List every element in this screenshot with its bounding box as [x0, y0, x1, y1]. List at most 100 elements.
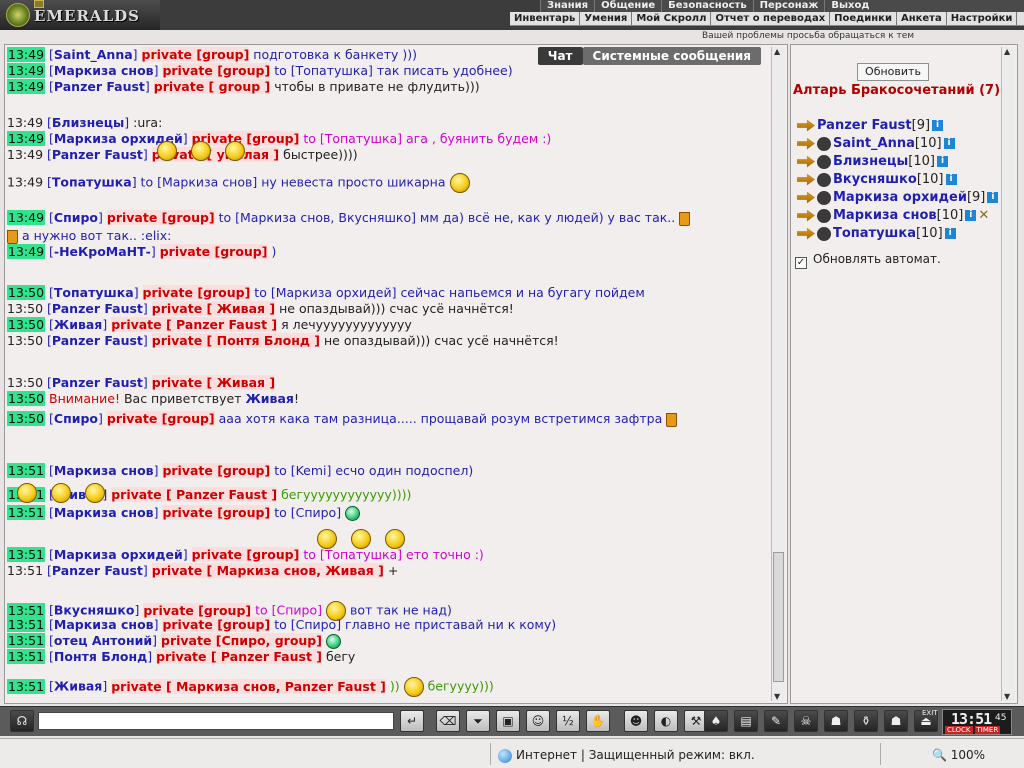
menu-profile[interactable]: Анкета: [897, 12, 947, 25]
info-icon[interactable]: i: [987, 192, 999, 203]
sender-nick[interactable]: отец Антоний: [54, 633, 152, 648]
user-name[interactable]: Saint_Anna: [833, 136, 915, 151]
menu-battles[interactable]: Поединки: [830, 12, 897, 25]
private-arrow-icon[interactable]: [797, 173, 815, 186]
chest-icon[interactable]: ▤: [734, 710, 758, 732]
message-time[interactable]: 13:49: [7, 63, 46, 78]
private-tag[interactable]: private [ group ]: [153, 79, 271, 94]
menu-character[interactable]: Персонаж: [752, 0, 825, 12]
private-arrow-icon[interactable]: [797, 191, 815, 204]
scroll-down-icon[interactable]: ▼: [1004, 692, 1010, 701]
sender-nick[interactable]: Panzer Faust: [52, 375, 143, 390]
sender-nick[interactable]: Маркиза орхидей: [54, 547, 183, 562]
private-tag[interactable]: private [group]: [162, 63, 271, 78]
private-tag[interactable]: private [ Panzer Faust ]: [156, 649, 322, 664]
sender-nick[interactable]: Маркиза снов: [54, 617, 154, 632]
panel-scrollbar[interactable]: ▲ ▼: [1001, 47, 1015, 701]
sender-nick[interactable]: Спиро: [54, 411, 98, 426]
private-tag[interactable]: private [group]: [141, 47, 250, 62]
message-time[interactable]: 13:49: [7, 131, 46, 146]
message-time[interactable]: 13:51: [7, 505, 46, 520]
private-tag[interactable]: private [group]: [143, 602, 252, 618]
private-tag[interactable]: private [ Panzer Faust ]: [111, 317, 278, 332]
sender-nick[interactable]: Маркиза снов: [54, 505, 154, 520]
private-tag[interactable]: private [group]: [162, 617, 271, 632]
user-name[interactable]: Вкусняшко: [833, 172, 917, 187]
send-button[interactable]: ↵: [400, 710, 424, 732]
info-icon[interactable]: i: [945, 174, 957, 185]
bag-icon[interactable]: ⚱: [854, 710, 878, 732]
private-arrow-icon[interactable]: [797, 119, 815, 132]
private-tag[interactable]: private [group]: [106, 411, 215, 426]
message-time[interactable]: 13:49: [7, 79, 46, 94]
private-tag[interactable]: private [ Понтя Блонд ]: [151, 333, 320, 348]
timer-label[interactable]: TIMER: [974, 726, 1001, 734]
private-tag[interactable]: private [group]: [142, 285, 251, 300]
menu-security[interactable]: Безопасность: [661, 0, 753, 12]
menu-inventory[interactable]: Инвентарь: [510, 12, 581, 25]
message-time[interactable]: 13:51: [7, 633, 46, 648]
fraction-icon[interactable]: ½: [556, 710, 580, 732]
message-time[interactable]: 13:50: [7, 375, 43, 390]
user-row[interactable]: Маркиза снов[10] i ✕: [797, 207, 989, 225]
skull-icon[interactable]: ☠: [794, 710, 818, 732]
sender-nick[interactable]: Близнецы: [52, 115, 124, 130]
private-tag[interactable]: private [ Живая ]: [151, 375, 276, 390]
user-name[interactable]: Топатушка: [833, 226, 916, 241]
inventory-icon[interactable]: ♠: [704, 710, 728, 732]
private-tag[interactable]: private [group]: [162, 463, 271, 478]
scroll-up-icon[interactable]: ▲: [1004, 47, 1010, 56]
person-icon[interactable]: ☺: [526, 710, 550, 732]
sender-nick[interactable]: Живая: [54, 679, 102, 694]
auto-refresh-option[interactable]: ✓ Обновлять автомат.: [795, 251, 941, 269]
user-name[interactable]: Маркиза снов: [833, 208, 937, 223]
message-time[interactable]: 13:51: [7, 649, 46, 664]
message-time[interactable]: 13:49: [7, 147, 43, 162]
sender-nick[interactable]: Понтя Блонд: [54, 649, 147, 664]
user-name[interactable]: Panzer Faust: [817, 118, 912, 133]
message-time[interactable]: 13:51: [7, 602, 46, 618]
private-tag[interactable]: private [Спиро, group]: [161, 633, 322, 648]
private-tag[interactable]: private [group]: [162, 505, 271, 520]
hand-icon[interactable]: ✋: [586, 710, 610, 732]
chat-scrollbar[interactable]: ▲ ▼: [771, 47, 785, 701]
helmet-icon[interactable]: ◐: [654, 710, 678, 732]
message-time[interactable]: 13:51: [7, 563, 43, 578]
message-time[interactable]: 13:51: [7, 463, 46, 478]
sender-nick[interactable]: -НеКроМаНТ-: [54, 244, 151, 259]
info-icon[interactable]: i: [932, 120, 944, 131]
auto-refresh-checkbox[interactable]: ✓: [795, 257, 807, 269]
sender-nick[interactable]: Panzer Faust: [52, 301, 143, 316]
filter-icon[interactable]: ⏷: [466, 710, 490, 732]
user-row[interactable]: Близнецы[10] i: [797, 153, 948, 171]
menu-communication[interactable]: Общение: [594, 0, 661, 12]
sender-nick[interactable]: Вкусняшко: [54, 603, 135, 618]
sender-nick[interactable]: Panzer Faust: [52, 563, 143, 578]
private-tag[interactable]: private [group]: [159, 244, 268, 259]
clock-label[interactable]: CLOCK: [945, 726, 973, 734]
message-time[interactable]: 13:49: [7, 115, 43, 130]
sender-nick[interactable]: Живая: [54, 317, 102, 332]
private-tag[interactable]: private [group]: [106, 210, 215, 225]
menu-knowledge[interactable]: Знания: [540, 0, 594, 12]
chat-input[interactable]: [38, 712, 394, 730]
message-time[interactable]: 13:51: [7, 678, 46, 694]
zoom-level[interactable]: 🔍 100%: [932, 748, 985, 762]
menu-exit[interactable]: Выход: [824, 0, 875, 12]
sender-nick[interactable]: Маркиза снов: [54, 463, 154, 478]
private-tag[interactable]: private [ Маркиза снов, Panzer Faust ]: [111, 678, 386, 694]
user-row[interactable]: Вкусняшко[10] i: [797, 171, 957, 189]
menu-my-scroll[interactable]: Мой Скролл: [632, 12, 712, 25]
menu-settings[interactable]: Настройки: [947, 12, 1018, 25]
scroll-thumb[interactable]: [773, 552, 784, 682]
sender-nick[interactable]: Saint_Anna: [54, 47, 133, 62]
message-time[interactable]: 13:50: [7, 391, 46, 406]
user-row[interactable]: Топатушка[10] i: [797, 225, 956, 243]
message-time[interactable]: 13:49: [7, 244, 46, 259]
private-arrow-icon[interactable]: [797, 209, 815, 222]
menu-transfer-report[interactable]: Отчет о переводах: [711, 12, 831, 25]
user-name[interactable]: Маркиза орхидей: [833, 190, 967, 205]
speaker-icon[interactable]: ☊: [10, 710, 34, 732]
sender-nick[interactable]: Panzer Faust: [54, 79, 145, 94]
message-time[interactable]: 13:50: [7, 411, 46, 426]
